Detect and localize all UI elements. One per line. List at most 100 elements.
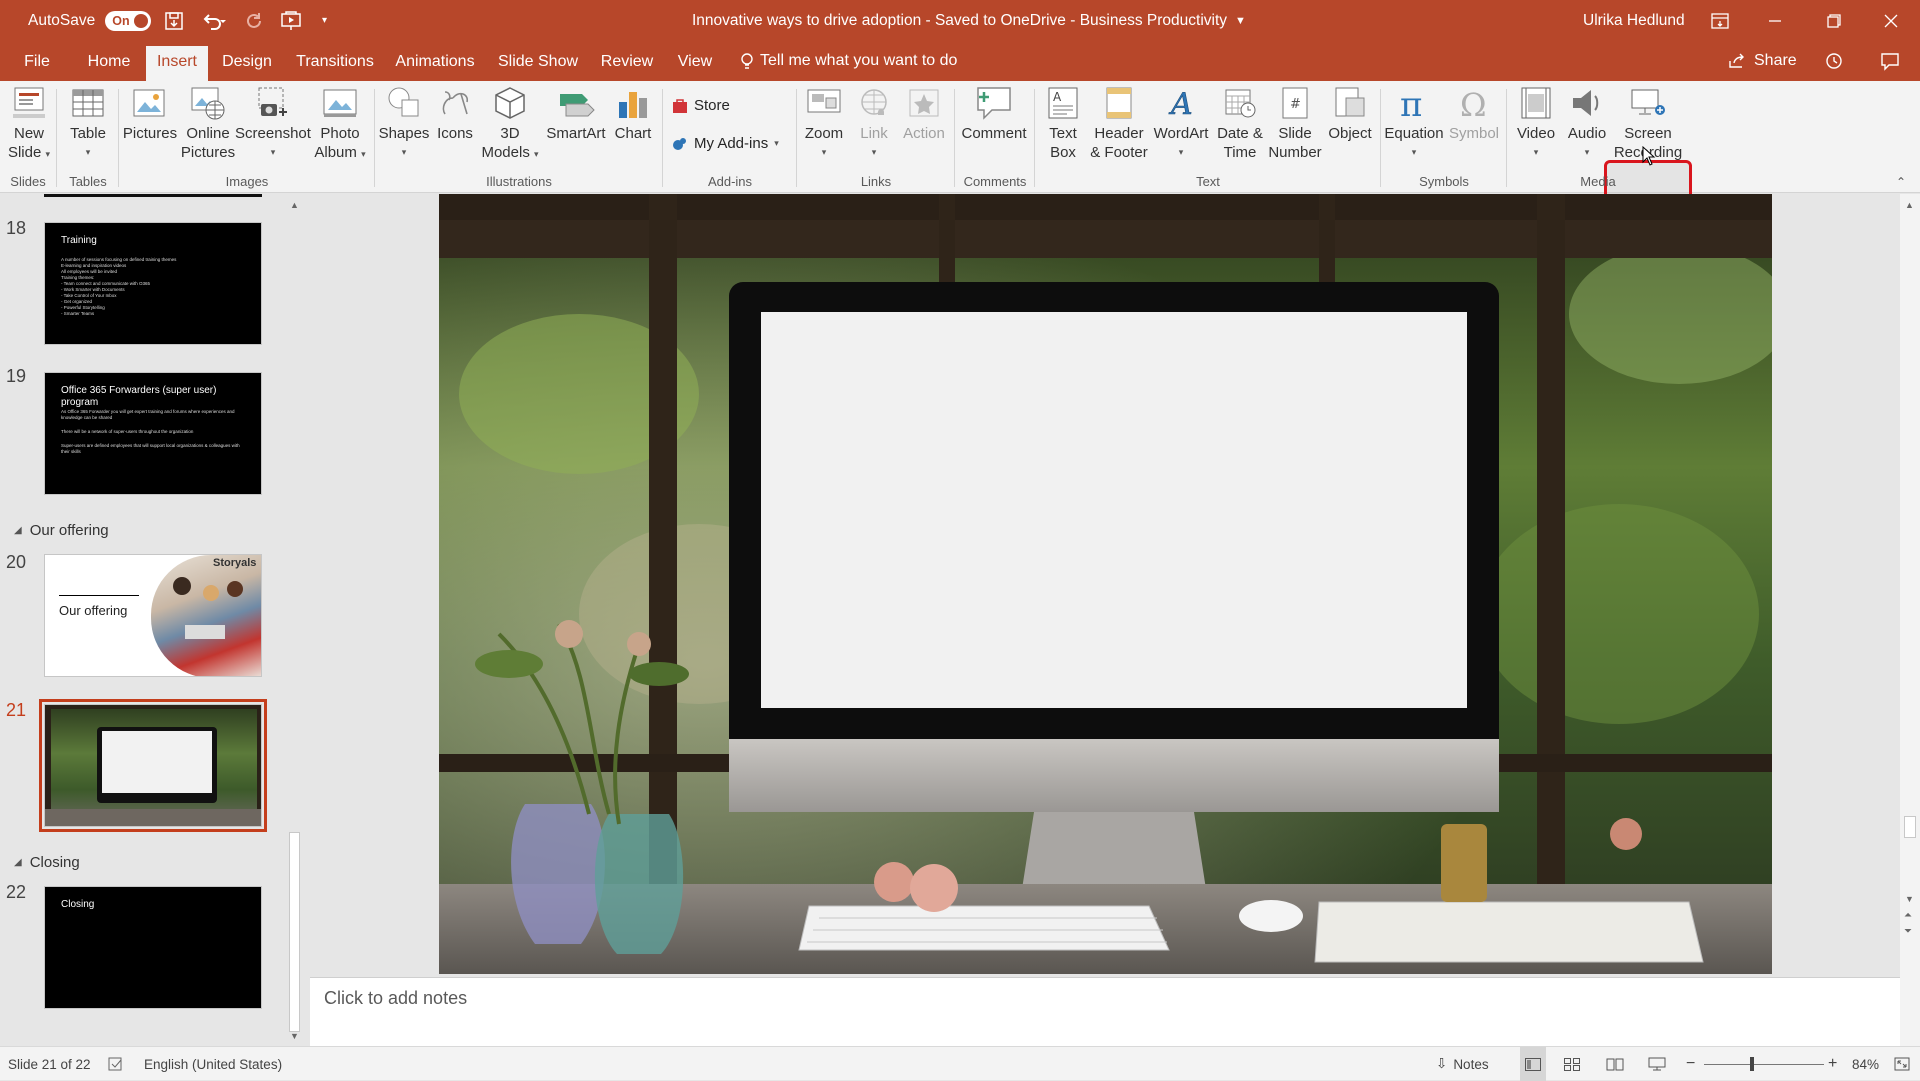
thumbnail-slide-19[interactable]: Office 365 Forwarders (super user) progr… — [44, 372, 262, 495]
save-icon[interactable] — [164, 0, 184, 41]
tab-animations[interactable]: Animations — [392, 41, 478, 81]
thumbnails-scroll-thumb[interactable] — [289, 832, 300, 1032]
slide-scroll-down-icon[interactable]: ▼ — [1905, 894, 1914, 904]
equation-button[interactable]: π Equation ▾ — [1382, 84, 1446, 162]
current-slide[interactable] — [439, 194, 1772, 974]
date-time-label: Date & — [1217, 125, 1263, 142]
thumbnail-slide-18[interactable]: Training A number of sessions focusing o… — [44, 222, 262, 345]
thumbnails-scrollbar[interactable]: ▲ ▼ — [286, 196, 303, 1046]
zoom-slider-thumb[interactable] — [1750, 1056, 1754, 1071]
slide-photo — [439, 194, 1772, 974]
tab-slide-show[interactable]: Slide Show — [494, 41, 582, 81]
undo-icon[interactable] — [200, 0, 226, 41]
thumb-21-screen — [102, 731, 212, 793]
thumbnail-slide-21[interactable] — [39, 699, 267, 832]
fit-to-window-icon[interactable] — [1894, 1047, 1910, 1081]
audio-button[interactable]: Audio ▾ — [1562, 84, 1612, 162]
tab-design[interactable]: Design — [218, 41, 276, 81]
group-addins: Add-ins — [707, 174, 753, 189]
tab-file[interactable]: File — [14, 41, 60, 81]
action-button[interactable]: Action — [898, 84, 950, 143]
zoom-slider[interactable] — [1704, 1047, 1824, 1081]
comment-button[interactable]: Comment — [958, 84, 1030, 143]
table-button[interactable]: Table ▾ — [62, 84, 114, 162]
scroll-up-icon[interactable]: ▲ — [290, 200, 299, 210]
video-button[interactable]: Video ▾ — [1510, 84, 1562, 162]
autosave[interactable]: AutoSave On — [28, 0, 152, 41]
comments-icon[interactable] — [1880, 41, 1900, 81]
minimize-icon[interactable] — [1768, 0, 1782, 41]
share-button[interactable]: Share — [1728, 41, 1797, 81]
thumb-20-person-3 — [227, 581, 243, 597]
redo-icon[interactable] — [246, 0, 264, 41]
photo-album-button[interactable]: Photo Album ▾ — [310, 84, 370, 164]
autosave-toggle[interactable]: On — [105, 10, 152, 31]
zoom-out-icon[interactable]: − — [1686, 1047, 1695, 1081]
section-closing[interactable]: ◢ Closing — [14, 854, 80, 871]
slide-scroll-up-icon[interactable]: ▲ — [1905, 200, 1914, 210]
chart-button[interactable]: Chart — [610, 84, 656, 143]
thumbnail-slide-22[interactable]: Closing — [44, 886, 262, 1009]
thumb-20-person-1 — [173, 577, 191, 595]
collapse-ribbon-icon[interactable]: ⌃ — [1896, 175, 1906, 189]
new-slide-button[interactable]: New Slide ▾ — [4, 84, 54, 164]
slide-sorter-icon[interactable] — [1564, 1047, 1580, 1081]
slide-show-icon[interactable] — [1648, 1047, 1666, 1081]
tell-me-search[interactable]: Tell me what you want to do — [740, 41, 957, 81]
section-our-offering[interactable]: ◢ Our offering — [14, 522, 109, 539]
pictures-button[interactable]: Pictures — [122, 84, 178, 143]
scroll-down-icon[interactable]: ▼ — [290, 1031, 299, 1041]
tab-insert[interactable]: Insert — [146, 46, 208, 81]
slide-info[interactable]: Slide 21 of 22 — [8, 1047, 91, 1081]
link-button[interactable]: Link ▾ — [852, 84, 896, 162]
restore-icon[interactable] — [1827, 0, 1841, 41]
tab-transitions[interactable]: Transitions — [294, 41, 376, 81]
collapse-section-icon[interactable]: ◢ — [14, 525, 22, 536]
thumbnail-slide-20[interactable]: Our offering Storyals — [44, 554, 262, 677]
my-addins-button[interactable]: My Add-ins ▾ — [672, 135, 779, 152]
normal-view-icon[interactable] — [1520, 1047, 1546, 1081]
smartart-button[interactable]: SmartArt — [542, 84, 610, 143]
date-time-button[interactable]: Date & Time — [1210, 84, 1270, 162]
header-footer-button[interactable]: Header & Footer — [1086, 84, 1152, 162]
spelling-icon[interactable] — [108, 1047, 124, 1081]
tab-review[interactable]: Review — [598, 41, 656, 81]
tab-home[interactable]: Home — [82, 41, 136, 81]
svg-text:A: A — [1053, 90, 1062, 104]
video-icon — [1521, 87, 1551, 119]
reading-view-icon[interactable] — [1606, 1047, 1624, 1081]
zoom-level[interactable]: 84% — [1852, 1047, 1879, 1081]
present-from-start-icon[interactable] — [280, 0, 302, 41]
wordart-button[interactable]: A WordArt ▾ — [1150, 84, 1212, 162]
3d-models-button[interactable]: 3D Models ▾ — [480, 84, 540, 164]
object-button[interactable]: Object — [1322, 84, 1378, 143]
icons-button[interactable]: Icons — [432, 84, 478, 143]
tab-view[interactable]: View — [672, 41, 718, 81]
share-label: Share — [1754, 52, 1797, 69]
next-slide-icon[interactable]: ⏷ — [1904, 926, 1912, 937]
wordart-label: WordArt — [1153, 125, 1209, 142]
language[interactable]: English (United States) — [144, 1047, 282, 1081]
collapse-section-icon-2[interactable]: ◢ — [14, 857, 22, 868]
previous-slide-icon[interactable]: ⏶ — [1904, 910, 1912, 921]
shapes-button[interactable]: Shapes ▾ — [378, 84, 430, 162]
online-pictures-button[interactable]: Online Pictures — [180, 84, 236, 162]
customize-qat-icon[interactable]: ▾ — [322, 0, 327, 41]
screenshot-button[interactable]: Screenshot ▾ — [234, 84, 312, 162]
zoom-button[interactable]: Zoom ▾ — [798, 84, 850, 162]
user-name[interactable]: Ulrika Hedlund — [1583, 0, 1685, 41]
document-title[interactable]: Innovative ways to drive adoption - Save… — [692, 0, 1246, 41]
close-icon[interactable] — [1884, 0, 1898, 41]
slide-scrollbar[interactable]: ▲ ▼ ⏶ ⏷ — [1900, 194, 1920, 1046]
notes-toggle[interactable]: ⇩ Notes — [1436, 1047, 1489, 1081]
slide-number-button[interactable]: # Slide Number — [1266, 84, 1324, 162]
notes-pane[interactable]: Click to add notes — [310, 977, 1900, 1046]
store-button[interactable]: Store — [672, 97, 730, 114]
zoom-in-icon[interactable]: + — [1828, 1047, 1837, 1081]
symbol-button[interactable]: Ω Symbol — [1446, 84, 1502, 143]
ribbon-display-options-icon[interactable] — [1711, 0, 1729, 41]
text-box-button[interactable]: A Text Box — [1038, 84, 1088, 162]
history-icon[interactable] — [1824, 41, 1844, 81]
slide-scroll-thumb[interactable] — [1904, 816, 1916, 838]
store-icon — [673, 98, 687, 113]
